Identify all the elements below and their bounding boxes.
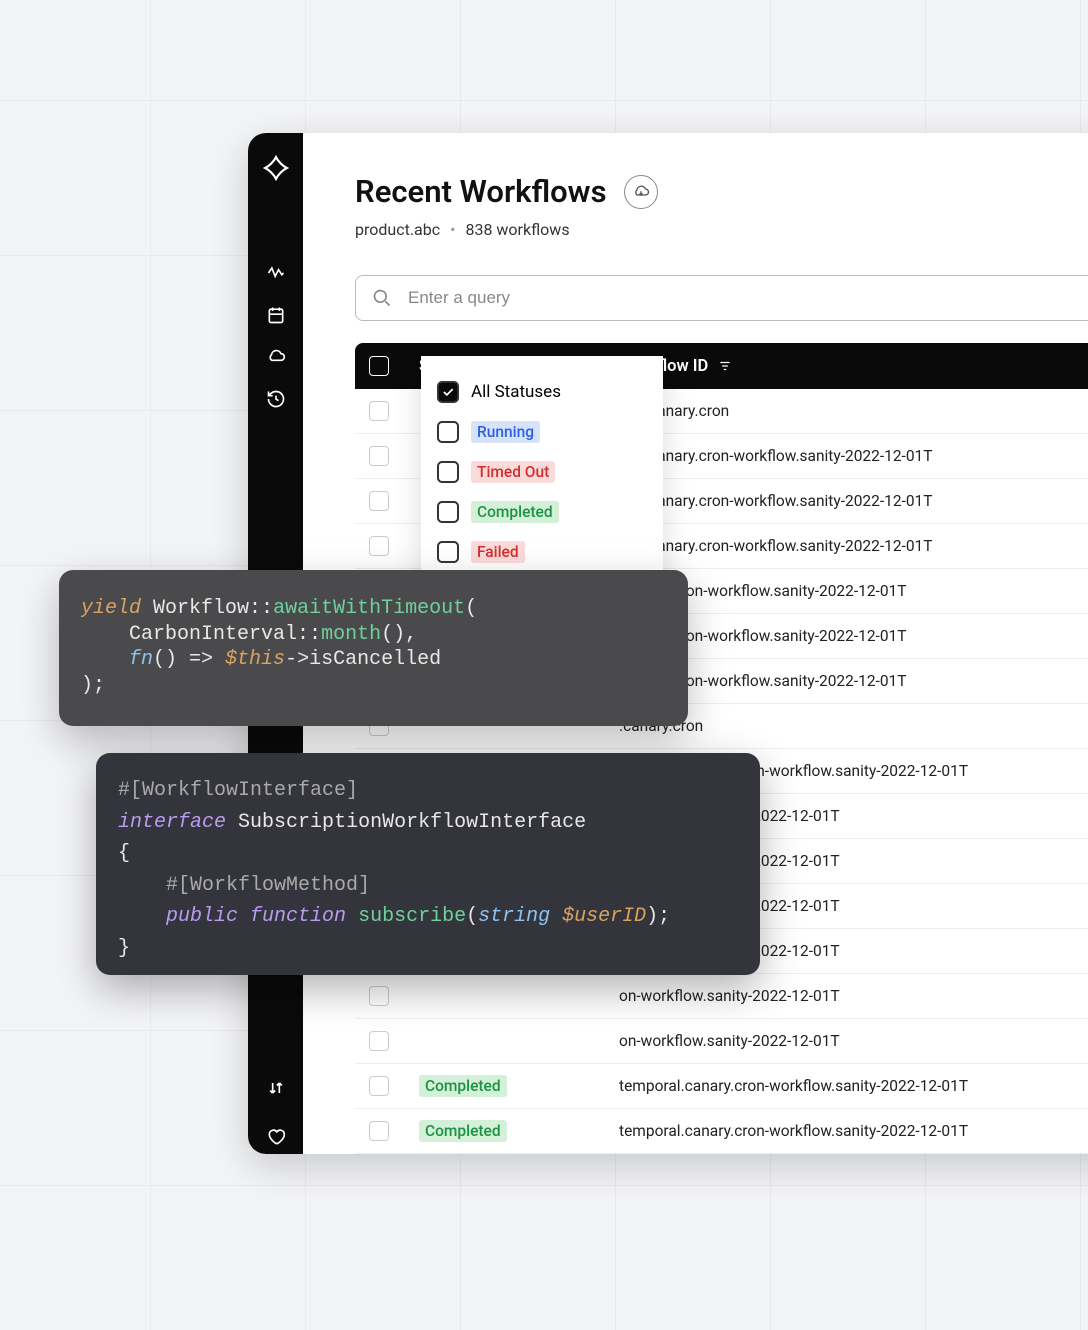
workflow-id-cell: oral.canary.cron-workflow.sanity-2022-12…	[619, 447, 933, 465]
workflow-id-cell: on-workflow.sanity-2022-12-01T	[619, 1032, 840, 1050]
table-row[interactable]: Completed temporal.canary.cron-workflow.s…	[355, 1064, 1088, 1109]
status-filter-dropdown[interactable]: All Statuses Running Timed Out Completed Fai…	[421, 356, 663, 588]
search-box[interactable]	[355, 275, 1088, 321]
logo-icon[interactable]	[263, 155, 289, 185]
filter-checkbox[interactable]	[437, 501, 459, 523]
cloud-download-icon[interactable]	[624, 175, 658, 209]
table-row[interactable]: Completed temporal.canary.cron-workflow.s…	[355, 1109, 1088, 1154]
row-checkbox[interactable]	[369, 491, 389, 511]
status-cell: Completed	[419, 1075, 619, 1097]
row-checkbox[interactable]	[369, 1076, 389, 1096]
subtitle: product.abc • 838 workflows	[355, 220, 1088, 239]
workflow-count: 838 workflows	[465, 220, 569, 239]
row-checkbox[interactable]	[369, 536, 389, 556]
code-snippet-await: yield Workflow::awaitWithTimeout( Carbon…	[59, 570, 688, 726]
filter-checkbox[interactable]	[437, 381, 459, 403]
sidebar-item-cloud[interactable]	[266, 347, 286, 371]
filter-label: Completed	[471, 501, 559, 523]
heart-icon[interactable]	[266, 1126, 286, 1150]
status-badge: Completed	[419, 1075, 507, 1097]
sidebar-item-schedules[interactable]	[266, 305, 286, 329]
filter-option[interactable]: Running	[437, 412, 647, 452]
filter-icon	[718, 359, 732, 373]
select-all-checkbox[interactable]	[369, 356, 389, 376]
filter-checkbox[interactable]	[437, 541, 459, 563]
page-title: Recent Workflows	[355, 173, 607, 210]
filter-option[interactable]: Failed	[437, 532, 647, 572]
filter-label: All Statuses	[471, 382, 561, 402]
namespace-label: product.abc	[355, 220, 440, 239]
status-badge: Completed	[419, 1120, 507, 1142]
sidebar-item-activity[interactable]	[266, 263, 286, 287]
workflow-id-cell: temporal.canary.cron-workflow.sanity-202…	[619, 1077, 968, 1095]
row-checkbox[interactable]	[369, 446, 389, 466]
filter-checkbox[interactable]	[437, 421, 459, 443]
filter-option[interactable]: Timed Out	[437, 452, 647, 492]
table-row[interactable]: on-workflow.sanity-2022-12-01T	[355, 1019, 1088, 1064]
sidebar-item-history[interactable]	[266, 389, 286, 413]
filter-label: Failed	[471, 541, 525, 563]
workflow-id-cell: on-workflow.sanity-2022-12-01T	[619, 987, 840, 1005]
filter-label: Timed Out	[471, 461, 555, 483]
filter-option[interactable]: All Statuses	[437, 372, 647, 412]
row-checkbox[interactable]	[369, 1121, 389, 1141]
search-icon	[372, 288, 392, 308]
workflow-id-cell: oral.canary.cron-workflow.sanity-2022-12…	[619, 537, 933, 555]
search-input[interactable]	[408, 288, 1088, 308]
workflow-id-cell: oral.canary.cron-workflow.sanity-2022-12…	[619, 492, 933, 510]
filter-label: Running	[471, 421, 540, 443]
row-checkbox[interactable]	[369, 986, 389, 1006]
table-row[interactable]: on-workflow.sanity-2022-12-01T	[355, 974, 1088, 1019]
sort-icon[interactable]	[266, 1078, 286, 1098]
code-snippet-interface: #[WorkflowInterface] interface Subscript…	[96, 753, 760, 975]
status-cell: Completed	[419, 1120, 619, 1142]
workflow-id-cell: temporal.canary.cron-workflow.sanity-202…	[619, 1122, 968, 1140]
filter-option[interactable]: Completed	[437, 492, 647, 532]
filter-checkbox[interactable]	[437, 461, 459, 483]
row-checkbox[interactable]	[369, 1031, 389, 1051]
row-checkbox[interactable]	[369, 401, 389, 421]
